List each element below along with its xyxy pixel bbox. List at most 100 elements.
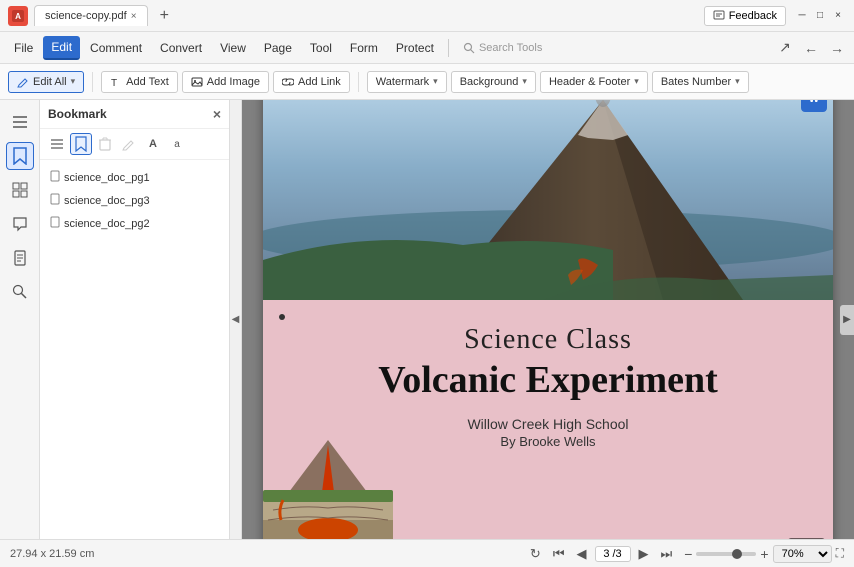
header-footer-button[interactable]: Header & Footer ▾ [540, 71, 648, 93]
feedback-button[interactable]: Feedback [704, 6, 786, 26]
nav-next-button[interactable]: ▶ [635, 544, 653, 564]
main-area: Bookmark × [0, 100, 854, 539]
add-link-button[interactable]: Add Link [273, 71, 350, 93]
bookmark-item-pg1[interactable]: science_doc_pg1 [44, 166, 225, 189]
menu-edit[interactable]: Edit [43, 36, 80, 60]
bates-number-button[interactable]: Bates Number ▾ [652, 71, 749, 93]
sidebar-icon-thumbnails[interactable] [6, 176, 34, 204]
pdf-header-image: W [263, 100, 833, 300]
sidebar-icon-comment[interactable] [6, 210, 34, 238]
pdf-page: W Science Class Volcanic Experiment Will… [263, 100, 833, 539]
sidebar-icon-pages[interactable] [6, 244, 34, 272]
sidebar-icon-menu[interactable] [6, 108, 34, 136]
edit-all-label: Edit All [33, 76, 67, 88]
bookmark-add-button[interactable] [70, 133, 92, 155]
zoom-handle[interactable] [732, 549, 742, 559]
fit-page-button[interactable]: ⛶ [836, 546, 844, 561]
close-button[interactable]: × [830, 8, 846, 24]
bookmark-label-pg1: science_doc_pg1 [64, 172, 150, 184]
menu-icon [12, 115, 28, 129]
search-tools[interactable]: Search Tools [455, 39, 550, 57]
zoom-in-button[interactable]: + [760, 546, 768, 562]
tab-close-icon[interactable]: × [131, 11, 137, 22]
status-bar: 27.94 x 21.59 cm ↻ ⏮ ◀ ▶ ⏭ − + 70% 50% 7… [0, 539, 854, 567]
page-badge: 3 / 3 [788, 538, 825, 540]
bates-number-arrow: ▾ [735, 76, 740, 87]
bookmark-lowercase-button[interactable]: a [166, 133, 188, 155]
add-text-label: Add Text [126, 76, 169, 88]
svg-text:T: T [111, 78, 117, 88]
nav-rotate-button[interactable]: ↻ [526, 544, 545, 564]
feedback-label: Feedback [729, 10, 777, 22]
add-image-label: Add Image [207, 76, 260, 88]
pdf-title1: Science Class [464, 324, 632, 356]
background-button[interactable]: Background ▾ [451, 71, 536, 93]
add-image-button[interactable]: Add Image [182, 71, 269, 93]
menu-separator [448, 39, 449, 57]
add-text-button[interactable]: T Add Text [101, 71, 178, 93]
menu-protect[interactable]: Protect [388, 37, 442, 59]
bookmark-item-pg2[interactable]: science_doc_pg2 [44, 212, 225, 235]
feedback-icon [713, 10, 725, 22]
zoom-slider[interactable] [696, 552, 756, 556]
pdf-subtitle2: By Brooke Wells [500, 434, 595, 449]
nav-last-button[interactable]: ⏭ [657, 544, 677, 564]
bookmark-header: Bookmark × [40, 100, 229, 129]
pdf-tab[interactable]: science-copy.pdf × [34, 5, 148, 26]
app-icon: A [8, 6, 28, 26]
bookmark-panel: Bookmark × [40, 100, 230, 539]
sidebar-icon-bookmark[interactable] [6, 142, 34, 170]
menu-view[interactable]: View [212, 37, 254, 59]
svg-text:A: A [15, 12, 21, 21]
comment-icon [12, 216, 28, 232]
nav-first-button[interactable]: ⏮ [549, 544, 569, 564]
bates-number-label: Bates Number [661, 76, 731, 88]
menu-form[interactable]: Form [342, 37, 386, 59]
search-icon [463, 42, 475, 54]
bookmark-file-icon [50, 170, 60, 185]
thumbnails-icon [12, 182, 28, 198]
bookmark-menu-button[interactable] [46, 133, 68, 155]
watermark-button[interactable]: Watermark ▾ [367, 71, 447, 93]
bookmark-uppercase-button[interactable]: A [142, 133, 164, 155]
external-link-button[interactable]: ↗ [774, 37, 796, 59]
bookmark-item-pg3[interactable]: science_doc_pg3 [44, 189, 225, 212]
bookmark-label-pg3: science_doc_pg3 [64, 195, 150, 207]
bookmark-close-button[interactable]: × [213, 106, 221, 122]
menu-page[interactable]: Page [256, 37, 300, 59]
menu-file[interactable]: File [6, 37, 41, 59]
page-dimensions: 27.94 x 21.59 cm [10, 548, 94, 560]
status-navigation: ↻ ⏮ ◀ ▶ ⏭ [526, 544, 676, 564]
maximize-button[interactable]: □ [812, 8, 828, 24]
minimize-button[interactable]: ─ [794, 8, 810, 24]
search-sidebar-icon [12, 284, 28, 300]
bookmark-toolbar: A a [40, 129, 229, 160]
forward-button[interactable]: → [826, 37, 848, 59]
panel-collapse-button[interactable]: ◀ [230, 100, 242, 539]
header-footer-arrow: ▾ [634, 76, 639, 87]
word-badge-label: W [809, 100, 819, 105]
page-input[interactable] [595, 546, 631, 562]
left-sidebar-icons [0, 100, 40, 539]
bookmark-label-pg2: science_doc_pg2 [64, 218, 150, 230]
edit-all-button[interactable]: Edit All ▾ [8, 71, 84, 93]
bookmark-delete-button[interactable] [94, 133, 116, 155]
nav-prev-button[interactable]: ◀ [573, 544, 591, 564]
background-arrow: ▾ [522, 76, 527, 87]
menu-convert[interactable]: Convert [152, 37, 210, 59]
background-label: Background [460, 76, 519, 88]
zoom-select[interactable]: 70% 50% 75% 100% 125% 150% [773, 545, 832, 563]
sidebar-icon-search[interactable] [6, 278, 34, 306]
back-button[interactable]: ← [800, 37, 822, 59]
pdf-area[interactable]: W Science Class Volcanic Experiment Will… [242, 100, 854, 539]
new-tab-button[interactable]: + [154, 7, 175, 25]
watermark-label: Watermark [376, 76, 429, 88]
menu-comment[interactable]: Comment [82, 37, 150, 59]
zoom-out-button[interactable]: − [684, 546, 692, 562]
bookmark-file-icon-2 [50, 193, 60, 208]
right-scroll-arrow[interactable]: ▶ [840, 305, 854, 335]
bookmark-rename-button[interactable] [118, 133, 140, 155]
search-tools-label: Search Tools [479, 42, 542, 54]
bookmark-title: Bookmark [48, 107, 107, 121]
menu-tool[interactable]: Tool [302, 37, 340, 59]
